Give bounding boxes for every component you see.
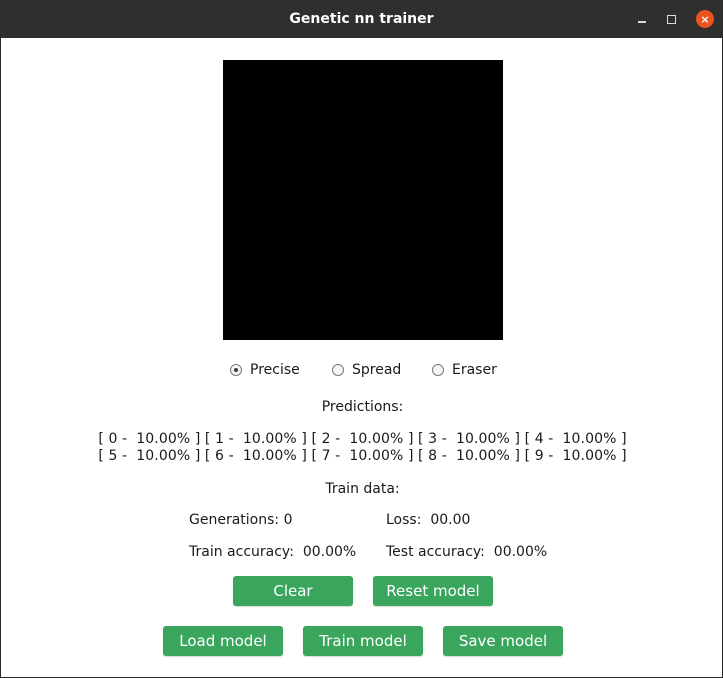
title-bar[interactable]: Genetic nn trainer ×: [1, 1, 722, 38]
window-title: Genetic nn trainer: [289, 11, 434, 27]
predictions-line-2: [ 5 - 10.00% ] [ 6 - 10.00% ] [ 7 - 10.0…: [98, 448, 627, 464]
train-model-button[interactable]: Train model: [303, 626, 423, 656]
test-accuracy-value: 00.00%: [493, 544, 548, 560]
generations-value: 0: [283, 512, 293, 528]
train-accuracy-label: Train accuracy:: [189, 544, 294, 560]
app-window: Genetic nn trainer × Precise Spread Eras…: [0, 0, 723, 678]
train-accuracy-stat: Train accuracy: 00.00%: [189, 544, 356, 560]
radio-precise-label: Precise: [250, 362, 300, 378]
generations-label: Generations:: [189, 512, 280, 528]
loss-value: 00.00: [430, 512, 471, 528]
train-data-heading: Train data:: [325, 481, 400, 497]
radio-eraser-label: Eraser: [452, 362, 497, 378]
save-model-button[interactable]: Save model: [443, 626, 563, 656]
clear-button[interactable]: Clear: [233, 576, 353, 606]
radio-precise-indicator[interactable]: [230, 364, 242, 376]
predictions-heading: Predictions:: [321, 399, 404, 415]
load-model-button[interactable]: Load model: [163, 626, 283, 656]
predictions-line-1: [ 0 - 10.00% ] [ 1 - 10.00% ] [ 2 - 10.0…: [98, 431, 627, 447]
generations-stat: Generations: 0: [189, 512, 293, 528]
test-accuracy-stat: Test accuracy: 00.00%: [386, 544, 547, 560]
reset-model-button[interactable]: Reset model: [373, 576, 493, 606]
drawing-canvas[interactable]: [223, 60, 503, 340]
close-icon: ×: [700, 12, 710, 26]
radio-spread[interactable]: Spread: [332, 361, 401, 379]
loss-stat: Loss: 00.00: [386, 512, 470, 528]
minimize-button[interactable]: [633, 10, 651, 28]
close-button[interactable]: ×: [696, 10, 714, 28]
train-accuracy-value: 00.00%: [302, 544, 357, 560]
radio-eraser[interactable]: Eraser: [432, 361, 497, 379]
radio-spread-indicator[interactable]: [332, 364, 344, 376]
minimize-icon: [638, 21, 646, 23]
maximize-icon: [666, 14, 676, 24]
radio-eraser-indicator[interactable]: [432, 364, 444, 376]
loss-label: Loss:: [386, 512, 422, 528]
radio-spread-label: Spread: [352, 362, 402, 378]
radio-precise[interactable]: Precise: [230, 361, 300, 379]
maximize-button[interactable]: [662, 10, 680, 28]
test-accuracy-label: Test accuracy:: [386, 544, 485, 560]
